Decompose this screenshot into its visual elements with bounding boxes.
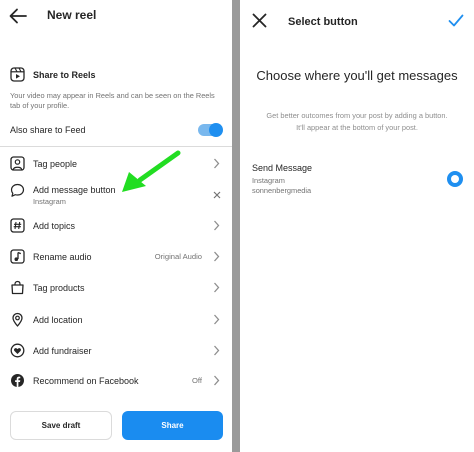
select-heading: Choose where you'll get messages	[256, 68, 458, 83]
back-arrow-icon[interactable]	[9, 8, 27, 24]
share-to-reels-title: Share to Reels	[33, 70, 96, 80]
checkmark-icon[interactable]	[448, 14, 464, 27]
chevron-right-icon	[214, 345, 220, 356]
row-add-topics[interactable]: Add topics	[0, 212, 232, 240]
row-label: Add topics	[33, 221, 76, 231]
music-note-icon	[10, 249, 25, 264]
also-share-feed-label: Also share to Feed	[10, 125, 86, 135]
reels-icon	[10, 67, 25, 82]
fundraiser-icon	[10, 343, 25, 358]
row-label: Tag people	[33, 159, 78, 169]
location-pin-icon	[12, 312, 23, 327]
option-radio-selected[interactable]	[447, 171, 463, 187]
row-rename-audio[interactable]: Rename audio Original Audio	[0, 243, 232, 271]
toggle-knob	[209, 123, 223, 137]
row-label: Add location	[33, 315, 83, 325]
new-reel-panel: New reel Share to Reels Your video may a…	[0, 0, 232, 452]
option-title[interactable]: Send Message	[252, 163, 312, 173]
remove-x-icon[interactable]	[213, 191, 221, 199]
row-add-fundraiser[interactable]: Add fundraiser	[0, 337, 232, 365]
page-title: New reel	[47, 8, 97, 22]
option-account: sonnenbergmedia	[252, 186, 312, 195]
row-tag-people[interactable]: Tag people	[0, 150, 232, 178]
select-button-panel: Select button Choose where you'll get me…	[240, 0, 474, 452]
panel-divider	[232, 0, 240, 452]
close-icon[interactable]	[252, 13, 267, 28]
page-title: Select button	[288, 16, 358, 28]
share-button[interactable]: Share	[122, 411, 223, 440]
row-label: Rename audio	[33, 252, 92, 262]
chevron-right-icon	[214, 282, 220, 293]
chevron-right-icon	[214, 314, 220, 325]
row-add-location[interactable]: Add location	[0, 306, 232, 334]
person-icon	[10, 156, 25, 171]
radio-dot	[451, 175, 459, 183]
share-to-reels-description: Your video may appear in Reels and can b…	[10, 91, 215, 110]
chevron-right-icon	[214, 220, 220, 231]
save-draft-button[interactable]: Save draft	[10, 411, 112, 440]
row-label: Tag products	[33, 283, 85, 293]
shopping-bag-icon	[11, 280, 24, 295]
chevron-right-icon	[214, 158, 220, 169]
row-value: Off	[192, 376, 202, 385]
speech-bubble-icon	[10, 183, 25, 197]
row-value: Original Audio	[154, 252, 202, 261]
facebook-icon	[11, 374, 24, 387]
row-sublabel: Instagram	[33, 197, 66, 206]
row-add-message-button[interactable]: Add message button Instagram	[0, 177, 232, 211]
row-label: Add message button	[33, 185, 116, 195]
chevron-right-icon	[214, 375, 220, 386]
row-label: Add fundraiser	[33, 346, 92, 356]
option-platform: Instagram	[252, 176, 285, 185]
hashtag-icon	[10, 218, 25, 233]
chevron-right-icon	[214, 251, 220, 262]
row-recommend-facebook[interactable]: Recommend on Facebook Off	[0, 367, 232, 395]
row-tag-products[interactable]: Tag products	[0, 274, 232, 302]
divider	[0, 146, 232, 147]
annotation-arrow-icon	[122, 150, 181, 192]
row-label: Recommend on Facebook	[33, 376, 139, 386]
also-share-feed-toggle[interactable]	[198, 123, 223, 137]
select-description: Get better outcomes from your post by ad…	[266, 111, 448, 132]
